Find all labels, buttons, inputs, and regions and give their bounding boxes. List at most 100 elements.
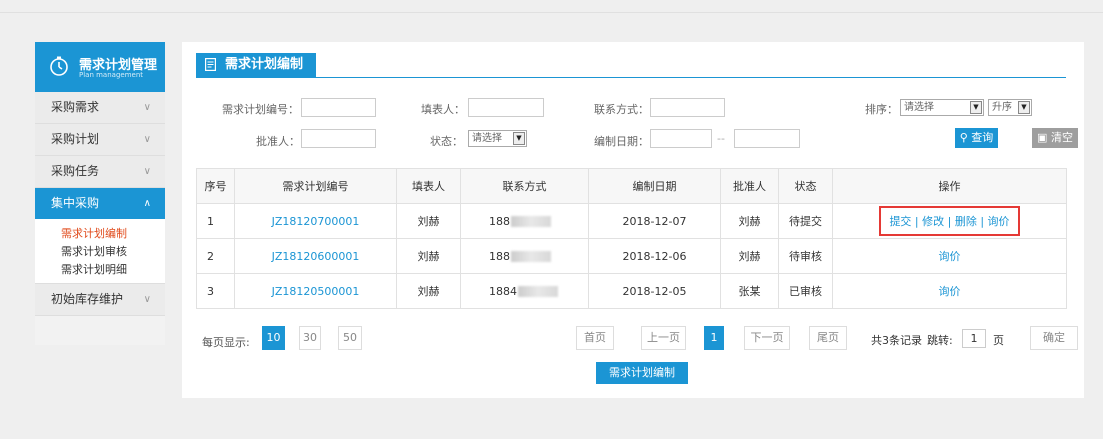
next-page-button[interactable]: 下一页 xyxy=(744,326,790,350)
status-cell: 已审核 xyxy=(778,273,833,309)
first-page-button[interactable]: 首页 xyxy=(576,326,614,350)
chevron-down-icon: ∨ xyxy=(143,166,151,177)
plan-no-input[interactable] xyxy=(301,98,376,117)
contact-cell: 1884 xyxy=(460,273,589,309)
dropdown-arrow-icon: ▼ xyxy=(1018,101,1030,114)
column-header: 编制日期 xyxy=(588,168,721,204)
status-select-value: 请选择 xyxy=(472,133,502,144)
page-size-50[interactable]: 50 xyxy=(338,326,362,350)
column-header: 联系方式 xyxy=(460,168,589,204)
prev-page-button[interactable]: 上一页 xyxy=(641,326,686,350)
contact-text: 1884 xyxy=(489,284,517,298)
row-number: 1 xyxy=(196,203,235,239)
clear-button[interactable]: ▣ 清空 xyxy=(1032,128,1078,148)
sidebar-subitem-plan-edit[interactable]: 需求计划编制 xyxy=(35,225,165,243)
status-cell: 待审核 xyxy=(778,238,833,274)
plan-table: 序号 需求计划编号 填表人 联系方式 编制日期 批准人 状态 操作 1 JZ18… xyxy=(196,168,1067,309)
row-number: 3 xyxy=(196,273,235,309)
document-icon xyxy=(205,58,216,71)
status-select[interactable]: 请选择 ▼ xyxy=(468,130,527,147)
contact-input[interactable] xyxy=(650,98,725,117)
plan-code-link[interactable]: JZ18120500001 xyxy=(234,273,397,309)
filler-cell: 刘赫 xyxy=(396,203,461,239)
sort-select[interactable]: 请选择 ▼ xyxy=(900,99,984,116)
order-select-value: 升序 xyxy=(992,102,1012,113)
sidebar-item-label: 采购需求 xyxy=(51,100,100,114)
page-unit-label: 页 xyxy=(993,334,1004,347)
plan-code-link[interactable]: JZ18120600001 xyxy=(234,238,397,274)
contact-text: 188 xyxy=(489,214,510,228)
sidebar-item-centralized-procurement[interactable]: 集中采购 ∧ xyxy=(35,188,165,219)
table-header-row: 序号 需求计划编号 填表人 联系方式 编制日期 批准人 状态 操作 xyxy=(196,168,1067,204)
plan-edit-button[interactable]: 需求计划编制 xyxy=(596,362,688,384)
current-page-button[interactable]: 1 xyxy=(704,326,724,350)
chevron-up-icon: ∧ xyxy=(143,198,151,209)
filler-cell: 刘赫 xyxy=(396,273,461,309)
date-label: 编制日期： xyxy=(594,135,649,148)
sidebar-subtitle: Plan management xyxy=(79,71,144,79)
page-size-30[interactable]: 30 xyxy=(299,326,321,350)
filler-input[interactable] xyxy=(468,98,544,117)
page-title: 需求计划编制 xyxy=(225,57,304,72)
column-header: 状态 xyxy=(778,168,833,204)
page-size-10[interactable]: 10 xyxy=(262,326,285,350)
last-page-button[interactable]: 尾页 xyxy=(809,326,847,350)
status-cell: 待提交 xyxy=(778,203,833,239)
stopwatch-icon xyxy=(50,56,68,76)
plan-no-label: 需求计划编号： xyxy=(222,103,299,116)
inquiry-link[interactable]: 询价 xyxy=(939,285,961,298)
contact-cell: 188 xyxy=(460,238,589,274)
per-page-label: 每页显示: xyxy=(202,336,250,349)
inquiry-link[interactable]: 询价 xyxy=(939,250,961,263)
approver-cell: 刘赫 xyxy=(720,203,779,239)
approver-input[interactable] xyxy=(301,129,376,148)
column-header: 批准人 xyxy=(720,168,779,204)
sidebar-submenu: 需求计划编制 需求计划审核 需求计划明细 xyxy=(35,219,165,284)
sidebar-item-initial-inventory[interactable]: 初始库存维护 ∨ xyxy=(35,284,165,316)
sidebar-item-label: 采购任务 xyxy=(51,164,100,178)
chevron-down-icon: ∨ xyxy=(143,134,151,145)
jump-page-input[interactable]: 1 xyxy=(962,329,986,348)
table-row: 2 JZ18120600001 刘赫 188 2018-12-06 刘赫 待审核… xyxy=(196,238,1067,274)
dropdown-arrow-icon: ▼ xyxy=(970,101,982,114)
column-header: 需求计划编号 xyxy=(234,168,397,204)
table-row: 3 JZ18120500001 刘赫 1884 2018-12-05 张某 已审… xyxy=(196,273,1067,309)
sidebar-header: 需求计划管理 Plan management xyxy=(35,42,165,92)
date-cell: 2018-12-06 xyxy=(588,238,721,274)
search-button[interactable]: ⚲ 查询 xyxy=(955,128,998,148)
jump-label: 跳转: xyxy=(927,334,953,347)
main-panel: 需求计划编制 需求计划编号： 填表人： 联系方式： 排序： 请选择 ▼ 升序 ▼… xyxy=(182,42,1084,398)
page-title-tab: 需求计划编制 xyxy=(196,53,316,77)
redacted-blur xyxy=(511,216,551,227)
trash-icon: ▣ xyxy=(1037,131,1048,144)
search-icon: ⚲ xyxy=(959,131,968,144)
operations-cell: 询价 xyxy=(832,273,1067,309)
sidebar-item-procurement-demand[interactable]: 采购需求 ∨ xyxy=(35,92,165,124)
highlight-box: 提交 | 修改 | 删除 | 询价 xyxy=(879,206,1020,236)
sidebar: 需求计划管理 Plan management 采购需求 ∨ 采购计划 ∨ 采购任… xyxy=(35,42,165,345)
dropdown-arrow-icon: ▼ xyxy=(513,132,525,145)
chevron-down-icon: ∨ xyxy=(143,102,151,113)
confirm-jump-button[interactable]: 确定 xyxy=(1030,326,1078,350)
column-header: 序号 xyxy=(196,168,235,204)
date-end-input[interactable] xyxy=(734,129,800,148)
plan-code-link[interactable]: JZ18120700001 xyxy=(234,203,397,239)
sort-label: 排序： xyxy=(865,103,898,116)
sidebar-item-procurement-plan[interactable]: 采购计划 ∨ xyxy=(35,124,165,156)
redacted-blur xyxy=(518,286,558,297)
sidebar-subitem-plan-detail[interactable]: 需求计划明细 xyxy=(35,261,165,279)
operations-cell: 提交 | 修改 | 删除 | 询价 xyxy=(832,203,1067,239)
sidebar-item-procurement-task[interactable]: 采购任务 ∨ xyxy=(35,156,165,188)
approver-cell: 张某 xyxy=(720,273,779,309)
sidebar-item-label: 初始库存维护 xyxy=(51,292,124,306)
operations-links[interactable]: 提交 | 修改 | 删除 | 询价 xyxy=(889,215,1009,228)
sidebar-subitem-plan-review[interactable]: 需求计划审核 xyxy=(35,243,165,261)
date-cell: 2018-12-07 xyxy=(588,203,721,239)
date-start-input[interactable] xyxy=(650,129,712,148)
filler-label: 填表人： xyxy=(421,103,465,116)
column-header: 操作 xyxy=(832,168,1067,204)
row-number: 2 xyxy=(196,238,235,274)
sort-select-value: 请选择 xyxy=(904,102,934,113)
sidebar-item-label: 采购计划 xyxy=(51,132,100,146)
order-select[interactable]: 升序 ▼ xyxy=(988,99,1032,116)
